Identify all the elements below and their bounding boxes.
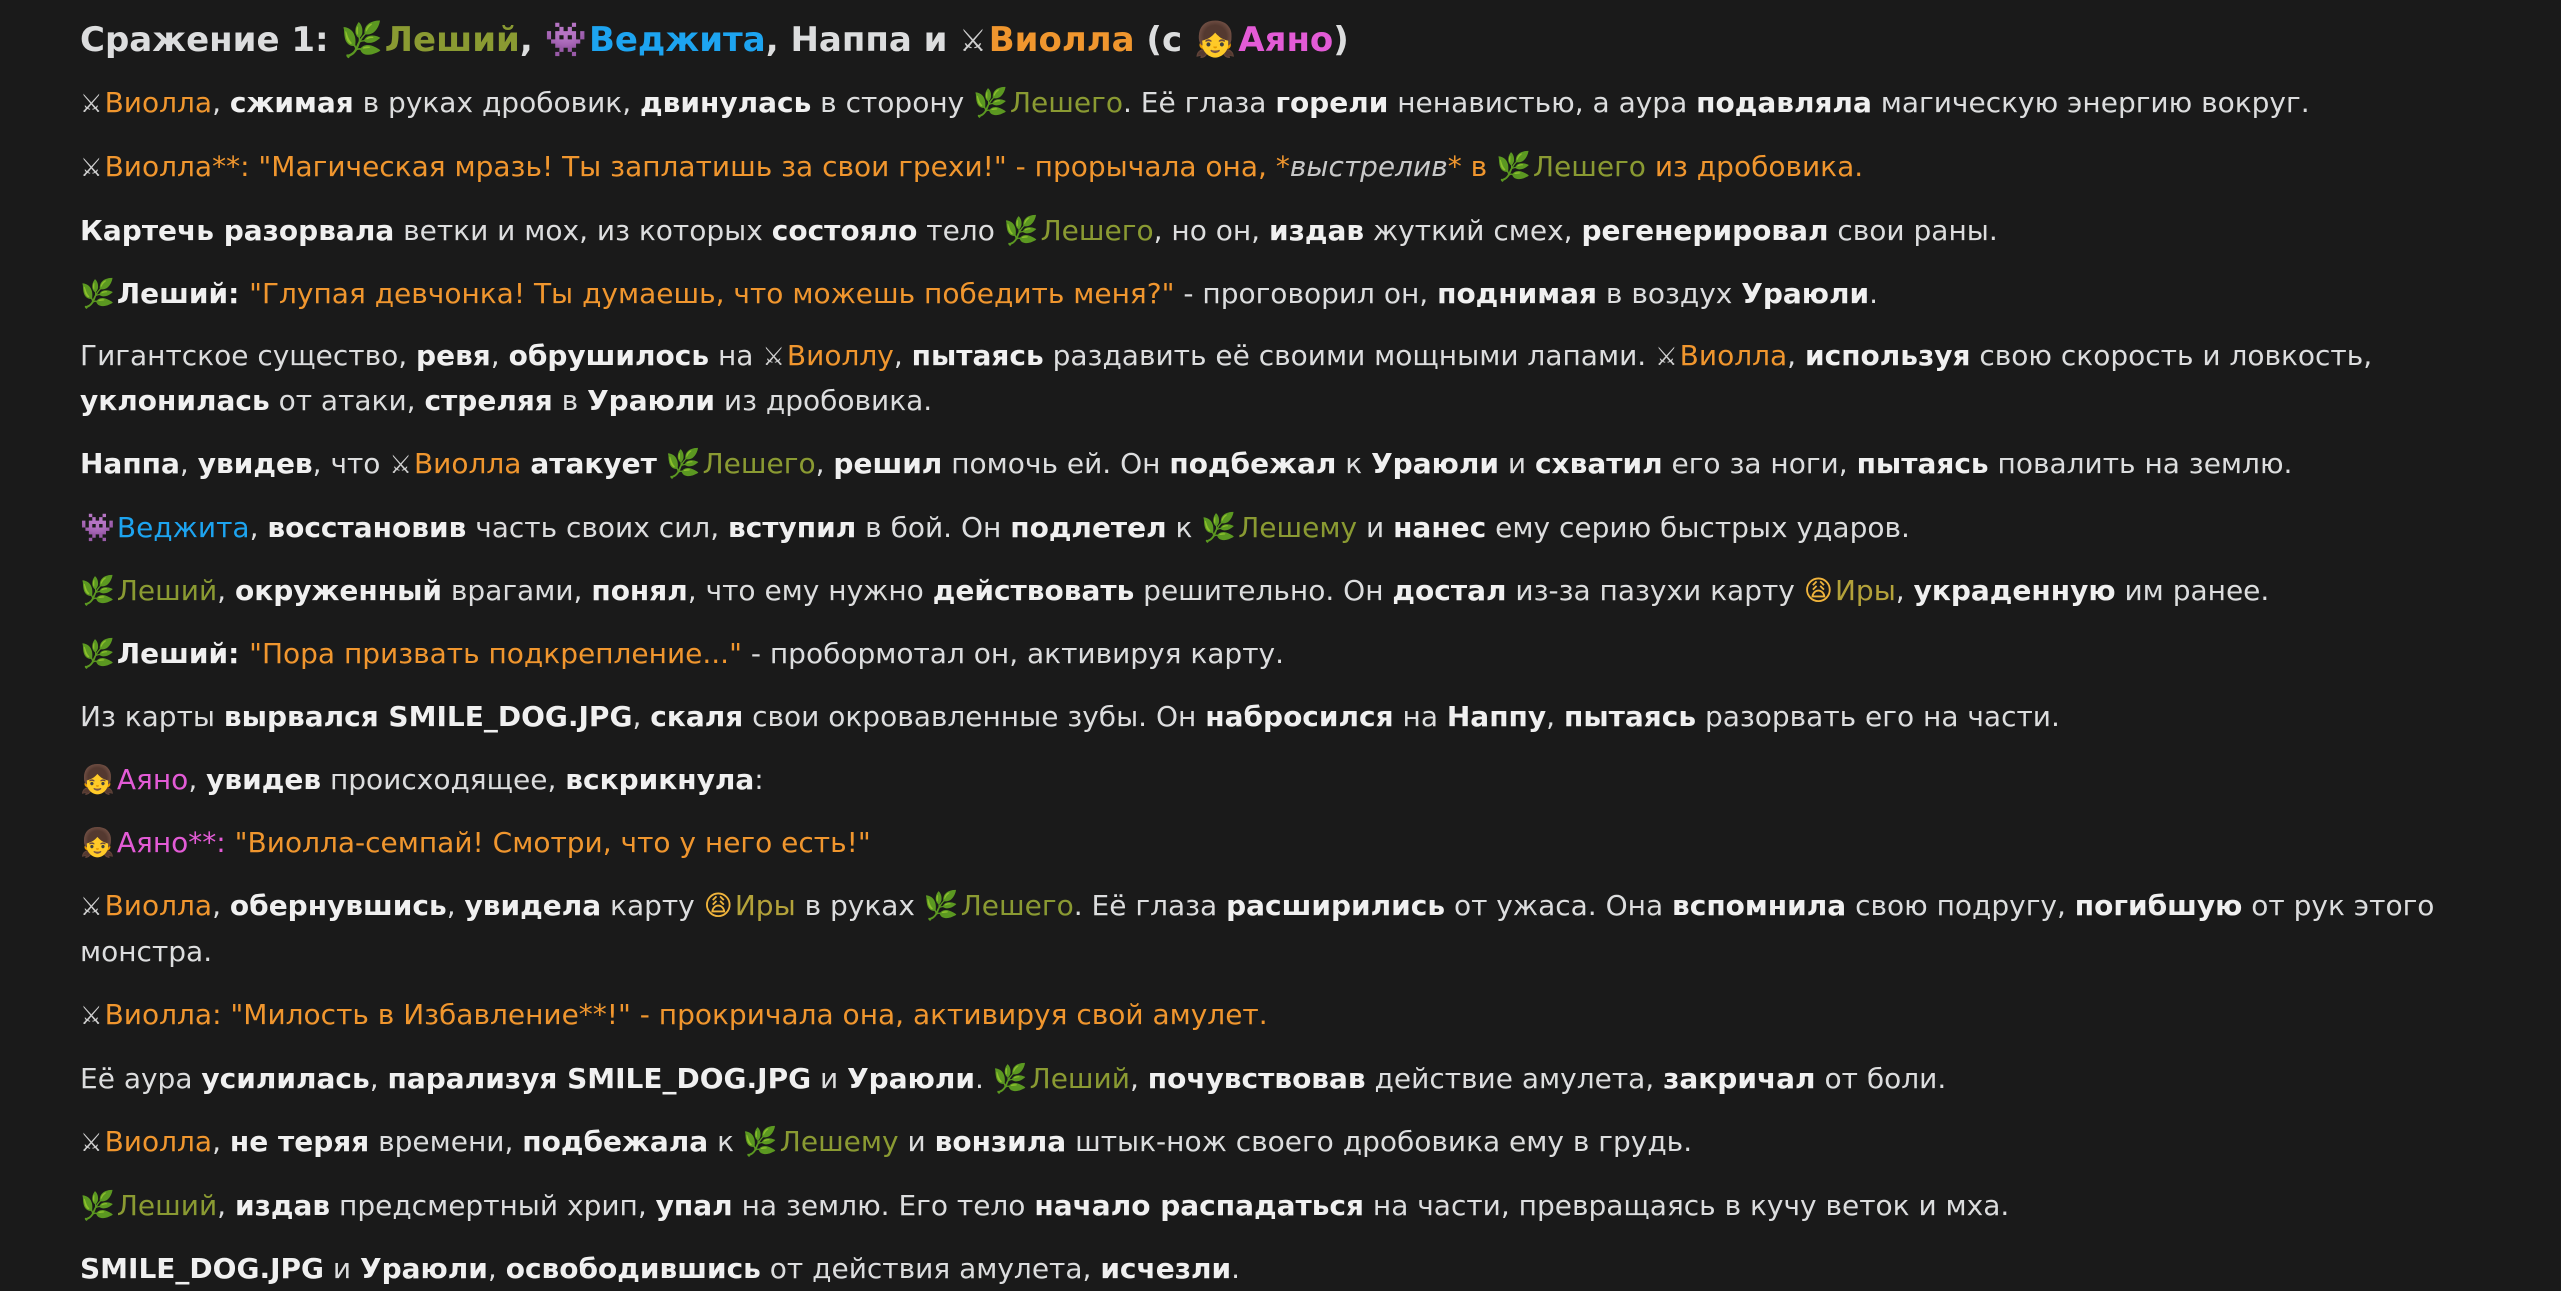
alien-icon: 👾 — [80, 511, 115, 544]
paragraph-1: ⚔Виолла, сжимая в руках дробовик, двинул… — [80, 80, 2521, 126]
girl-icon: 👧 — [80, 763, 115, 796]
swords-icon: ⚔ — [80, 153, 103, 182]
swords-icon: ⚔ — [959, 24, 987, 59]
alien-icon: 👾 — [544, 20, 587, 60]
name-leshiy: Леший — [384, 20, 520, 60]
leaf-icon: 🌿 — [80, 574, 115, 607]
girl-icon: 👧 — [1193, 20, 1237, 60]
name-ayano: Аяно — [1238, 20, 1334, 60]
weary-face-icon: 😩 — [703, 889, 733, 922]
leaf-icon: 🌿 — [1496, 150, 1531, 183]
paragraph-14: ⚔Виолла: "Милость в Избавление**!" - про… — [80, 992, 2521, 1038]
paragraph-18: SMILE_DOG.JPG и Ураюли, освободившись от… — [80, 1252, 1241, 1285]
paragraph-6: Наппа, увидев, что ⚔Виолла атакует 🌿Леше… — [80, 441, 2521, 487]
paragraph-15: Её аура усилилась, парализуя SMILE_DOG.J… — [80, 1056, 2521, 1101]
leaf-icon: 🌿 — [340, 20, 383, 60]
paragraph-7: 👾Веджита, восстановив часть своих сил, в… — [80, 505, 2521, 550]
swords-icon: ⚔ — [1655, 342, 1678, 371]
paragraph-2: ⚔Виолла**: "Магическая мразь! Ты заплати… — [80, 144, 2521, 190]
leaf-icon: 🌿 — [992, 1062, 1028, 1095]
weary-face-icon: 😩 — [1803, 574, 1833, 607]
leaf-icon: 🌿 — [665, 447, 701, 480]
swords-icon: ⚔ — [80, 1128, 103, 1157]
paragraph-4: 🌿Леший: "Глупая девчонка! Ты думаешь, чт… — [80, 271, 2521, 316]
leaf-icon: 🌿 — [80, 277, 115, 310]
swords-icon: ⚔ — [762, 342, 785, 371]
name-vegeta: Веджита — [588, 20, 766, 60]
page-title: Сражение 1: 🌿Леший, 👾Веджита, Наппа и ⚔В… — [80, 16, 2521, 66]
paragraph-5: Гигантское существо, ревя, обрушилось на… — [80, 334, 2521, 423]
paragraph-17: 🌿Леший, издав предсмертный хрип, упал на… — [80, 1183, 2521, 1228]
swords-icon: ⚔ — [80, 1001, 103, 1030]
paragraph-13: ⚔Виолла, обернувшись, увидела карту 😩Иры… — [80, 883, 2521, 974]
leaf-icon: 🌿 — [1003, 214, 1039, 247]
swords-icon: ⚔ — [389, 450, 412, 479]
name-violla: Виолла — [988, 20, 1135, 60]
paragraph-8: 🌿Леший, окруженный врагами, понял, что е… — [80, 568, 2521, 613]
paragraph-3: Картечь разорвала ветки и мох, из которы… — [80, 208, 2521, 253]
paragraph-11: 👧Аяно, увидев происходящее, вскрикнула: — [80, 757, 2521, 802]
leaf-icon: 🌿 — [80, 1189, 115, 1222]
leaf-icon: 🌿 — [1201, 511, 1237, 544]
swords-icon: ⚔ — [80, 892, 103, 921]
leaf-icon: 🌿 — [973, 86, 1008, 119]
paragraph-12: 👧Аяно**: "Виолла-семпай! Смотри, что у н… — [80, 820, 2521, 865]
document: Сражение 1: 🌿Леший, 👾Веджита, Наппа и ⚔В… — [0, 0, 2561, 1291]
leaf-icon: 🌿 — [742, 1125, 778, 1158]
paragraph-9: 🌿Леший: "Пора призвать подкрепление..." … — [80, 631, 2521, 676]
girl-icon: 👧 — [80, 826, 115, 859]
leaf-icon: 🌿 — [80, 637, 115, 670]
leaf-icon: 🌿 — [923, 889, 959, 922]
swords-icon: ⚔ — [80, 89, 103, 118]
paragraph-16: ⚔Виолла, не теряя времени, подбежала к 🌿… — [80, 1119, 2521, 1165]
paragraph-10: Из карты вырвался SMILE_DOG.JPG, скаля с… — [80, 700, 2060, 733]
